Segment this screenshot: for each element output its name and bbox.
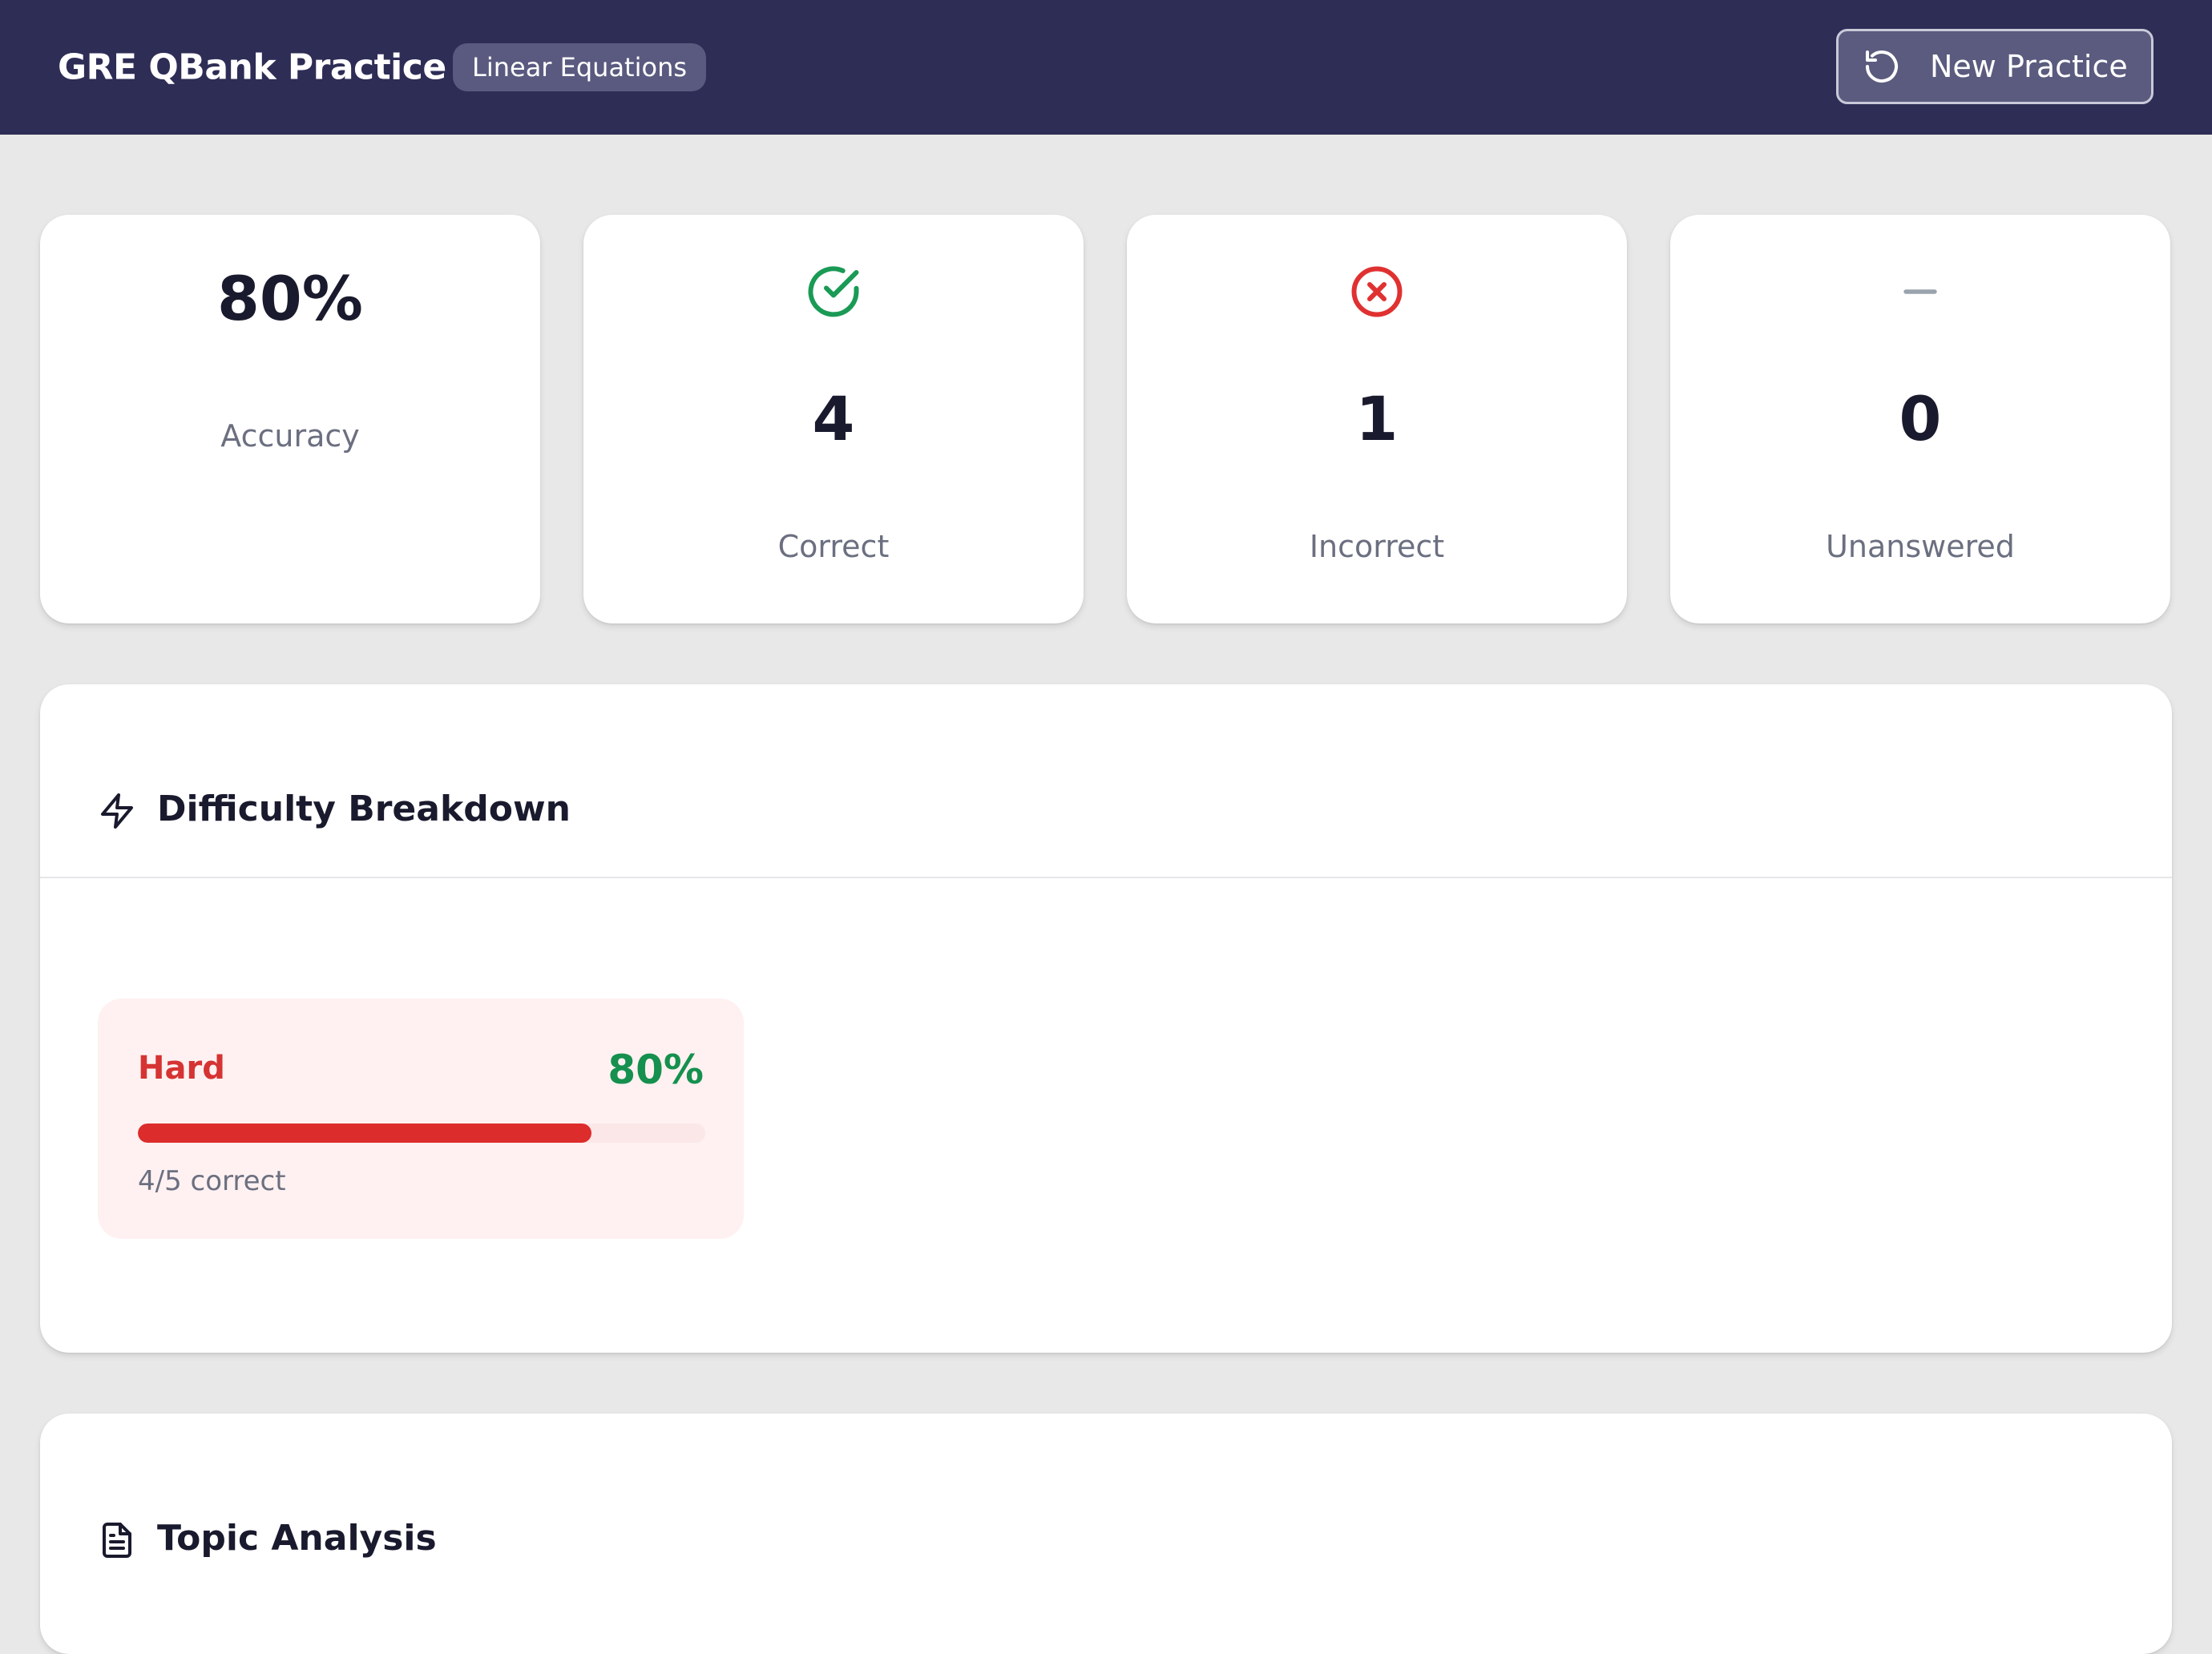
accuracy-label: Accuracy	[220, 418, 360, 454]
topic-analysis-title: Topic Analysis	[157, 1518, 437, 1559]
correct-label: Correct	[777, 529, 890, 564]
unanswered-count: 0	[1899, 383, 1942, 454]
section-divider	[40, 877, 2172, 878]
difficulty-item-hard: Hard 80% 4/5 correct	[98, 998, 744, 1239]
topic-badge: Linear Equations	[453, 43, 707, 91]
new-practice-button[interactable]: New Practice	[1836, 29, 2153, 104]
difficulty-detail: 4/5 correct	[138, 1165, 286, 1197]
topic-analysis-panel: Topic Analysis	[40, 1414, 2172, 1654]
app-title: GRE QBank Practice	[58, 46, 446, 88]
difficulty-progress-track	[138, 1124, 705, 1143]
x-circle-icon	[1348, 263, 1406, 321]
correct-count: 4	[812, 383, 855, 454]
dash-icon	[1891, 263, 1949, 321]
difficulty-name: Hard	[138, 1050, 225, 1087]
incorrect-count: 1	[1355, 383, 1399, 454]
incorrect-label: Incorrect	[1309, 529, 1445, 564]
lightning-icon	[98, 792, 136, 830]
top-bar: GRE QBank Practice Linear Equations New …	[0, 0, 2212, 135]
difficulty-breakdown-panel: Difficulty Breakdown Hard 80% 4/5 correc…	[40, 684, 2172, 1353]
accuracy-value: 80%	[217, 263, 363, 334]
unanswered-card: 0 Unanswered	[1670, 215, 2170, 623]
incorrect-card: 1 Incorrect	[1127, 215, 1627, 623]
document-icon	[98, 1521, 136, 1559]
new-practice-label: New Practice	[1930, 49, 2128, 84]
check-circle-icon	[805, 263, 862, 321]
correct-card: 4 Correct	[583, 215, 1084, 623]
rotate-ccw-icon	[1863, 47, 1901, 86]
unanswered-label: Unanswered	[1826, 529, 2015, 564]
accuracy-card: 80% Accuracy	[40, 215, 540, 623]
difficulty-title: Difficulty Breakdown	[157, 789, 571, 829]
difficulty-progress-fill	[138, 1124, 592, 1143]
difficulty-percent: 80%	[607, 1047, 704, 1093]
